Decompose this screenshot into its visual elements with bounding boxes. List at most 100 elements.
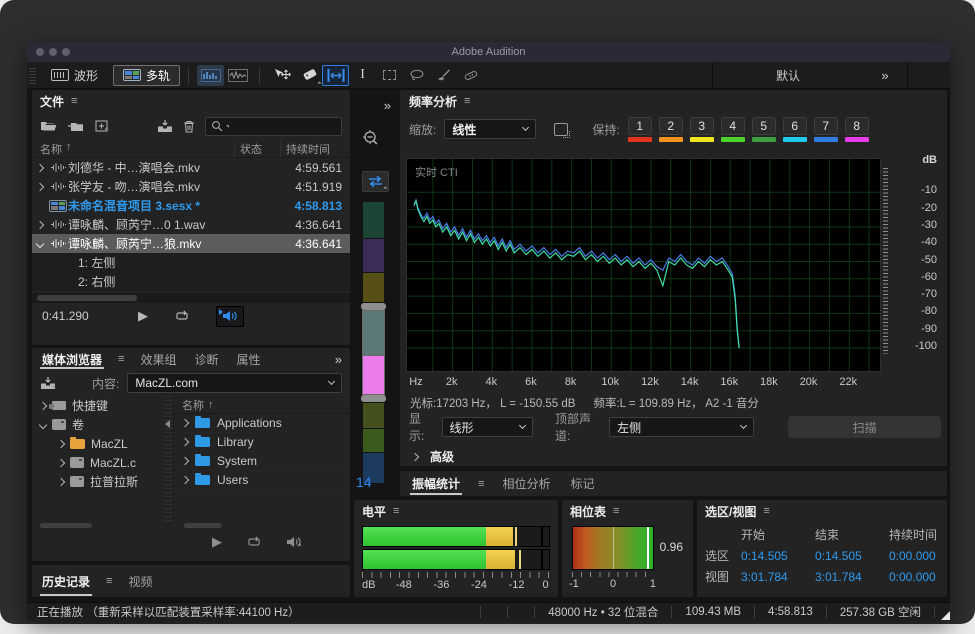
expand-chevron-icon[interactable] xyxy=(36,163,44,171)
expand-chevron-icon[interactable] xyxy=(181,476,189,484)
panel-menu-icon[interactable]: ≡ xyxy=(478,478,484,490)
column-status[interactable]: 状态 xyxy=(234,141,280,157)
panel-menu-icon[interactable]: ≡ xyxy=(464,95,470,107)
frequency-plot[interactable]: 实时 CTI xyxy=(406,158,881,372)
view-duration[interactable]: 0:00.000 xyxy=(889,570,941,584)
track-color-block[interactable] xyxy=(363,202,384,238)
tree-item-maczl[interactable]: MacZL xyxy=(32,434,164,453)
hold-button[interactable]: 5 xyxy=(752,117,776,142)
channel-row-right[interactable]: 2: 右侧 xyxy=(32,272,350,291)
view-start[interactable]: 3:01.784 xyxy=(741,570,815,584)
track-color-block[interactable] xyxy=(363,239,384,272)
expand-chevron-icon[interactable] xyxy=(57,458,65,466)
panel-menu-icon[interactable]: ≡ xyxy=(613,505,619,517)
tab-video[interactable]: 视频 xyxy=(126,565,154,597)
hold-button[interactable]: 1 xyxy=(628,117,652,142)
collapse-arrow-icon[interactable] xyxy=(165,420,170,428)
expand-chevron-icon[interactable] xyxy=(181,419,189,427)
collapse-chevron-icon[interactable] xyxy=(36,239,44,247)
move-tool[interactable] xyxy=(268,65,295,86)
selection-start[interactable]: 0:14.505 xyxy=(741,549,815,563)
hold-button[interactable]: 2 xyxy=(659,117,683,142)
track-color-block[interactable] xyxy=(363,429,384,452)
hold-button[interactable]: 7 xyxy=(814,117,838,142)
track-navigator-strip[interactable] xyxy=(363,202,384,483)
swap-channels-button[interactable] xyxy=(362,171,389,192)
expand-chevron-icon[interactable] xyxy=(57,477,65,485)
media-list-header[interactable]: 名称↑ xyxy=(174,396,350,414)
insert-into-multitrack-button[interactable] xyxy=(157,120,173,133)
expand-chevron-icon[interactable] xyxy=(181,457,189,465)
preview-autoplay-button[interactable] xyxy=(286,536,302,548)
expand-panel-chevron[interactable]: » xyxy=(384,98,391,113)
tab-properties[interactable]: 属性 xyxy=(234,348,262,370)
file-row-selected[interactable]: 谭咏麟、顾芮宁…狼.mkv 4:36.641 xyxy=(32,234,350,253)
new-item-button[interactable] xyxy=(95,120,109,132)
paintbrush-tool[interactable] xyxy=(430,65,457,86)
track-color-block[interactable] xyxy=(363,273,384,302)
scan-button-disabled[interactable]: 扫描 xyxy=(788,416,941,438)
razor-tool[interactable] xyxy=(295,65,322,86)
content-dropdown[interactable]: MacZL.com xyxy=(127,373,342,393)
list-item-applications[interactable]: Applications xyxy=(174,414,350,433)
panel-menu-icon[interactable]: ≡ xyxy=(71,95,77,107)
channel-row-left[interactable]: 1: 左侧 xyxy=(32,253,350,272)
hold-button[interactable]: 4 xyxy=(721,117,745,142)
search-input[interactable] xyxy=(205,117,342,136)
expand-chevron-icon[interactable] xyxy=(36,220,44,228)
scan-frame-icon[interactable] xyxy=(554,123,568,136)
tab-media-browser[interactable]: 媒体浏览器 xyxy=(40,348,104,370)
file-row[interactable]: 刘德华 - 中…演唱会.mkv 4:59.561 xyxy=(32,158,350,177)
tree-splitter[interactable] xyxy=(164,396,173,521)
advanced-section[interactable]: 高级 xyxy=(412,448,454,465)
play-button[interactable]: ▶ xyxy=(138,308,148,324)
track-color-block[interactable] xyxy=(363,356,384,394)
tab-history[interactable]: 历史记录 xyxy=(40,565,92,597)
selection-duration[interactable]: 0:00.000 xyxy=(889,549,941,563)
hold-button[interactable]: 3 xyxy=(690,117,714,142)
track-color-block[interactable] xyxy=(363,311,384,355)
ibeam-tool[interactable]: I xyxy=(349,65,376,86)
spectral-display-toggle[interactable] xyxy=(197,65,224,86)
tab-diagnostics[interactable]: 诊断 xyxy=(192,348,220,370)
hold-button[interactable]: 6 xyxy=(783,117,807,142)
file-row-multitrack-session[interactable]: 未命名混音项目 3.sesx * 4:58.813 xyxy=(32,196,350,215)
import-button[interactable] xyxy=(40,377,56,390)
expand-chevron-icon[interactable] xyxy=(36,182,44,190)
expand-chevron-icon[interactable] xyxy=(181,438,189,446)
preview-loop-button[interactable] xyxy=(246,536,262,548)
panel-overflow-chevron[interactable]: » xyxy=(335,352,342,367)
waveform-view-button[interactable]: 波形 xyxy=(42,65,107,86)
file-row[interactable]: 谭咏麟、顾芮宁…0 1.wav 4:36.641 xyxy=(32,215,350,234)
range-handle-top[interactable] xyxy=(361,303,386,310)
display-dropdown[interactable]: 线形 xyxy=(442,417,533,437)
window-resize-grip[interactable] xyxy=(941,611,950,620)
list-item-users[interactable]: Users xyxy=(174,471,350,490)
hold-button[interactable]: 8 xyxy=(845,117,869,142)
scale-dropdown[interactable]: 线性 xyxy=(444,119,536,139)
expand-chevron-icon[interactable] xyxy=(39,401,47,409)
tree-item-laplace-drive[interactable]: 拉普拉斯 xyxy=(32,472,164,491)
zoom-tool-icon[interactable] xyxy=(361,129,381,149)
expand-chevron-icon[interactable] xyxy=(57,439,65,447)
tab-phase-analysis[interactable]: 相位分析 xyxy=(500,471,552,496)
auto-play-button-active[interactable] xyxy=(216,306,244,327)
tab-amplitude-statistics[interactable]: 振幅统计 xyxy=(410,471,462,496)
collapse-chevron-icon[interactable] xyxy=(39,420,47,428)
tab-effects-rack[interactable]: 效果组 xyxy=(138,348,178,370)
tree-item-shortcuts[interactable]: 快捷键 xyxy=(32,396,164,415)
track-color-block[interactable] xyxy=(363,403,384,428)
marquee-selection-tool[interactable] xyxy=(376,65,403,86)
tab-markers[interactable]: 标记 xyxy=(568,471,596,496)
list-item-system[interactable]: System xyxy=(174,452,350,471)
list-item-library[interactable]: Library xyxy=(174,433,350,452)
waveform-display-toggle[interactable] xyxy=(224,65,251,86)
lasso-selection-tool[interactable] xyxy=(403,65,430,86)
files-horizontal-scrollbar[interactable] xyxy=(32,293,350,303)
workspace-overflow-chevron[interactable]: » xyxy=(863,68,907,83)
top-channel-dropdown[interactable]: 左侧 xyxy=(609,417,754,437)
workspace-selector[interactable]: 默认 xyxy=(713,67,863,84)
view-end[interactable]: 3:01.784 xyxy=(815,570,889,584)
delete-button[interactable] xyxy=(183,120,195,133)
time-selection-tool[interactable] xyxy=(322,65,349,86)
